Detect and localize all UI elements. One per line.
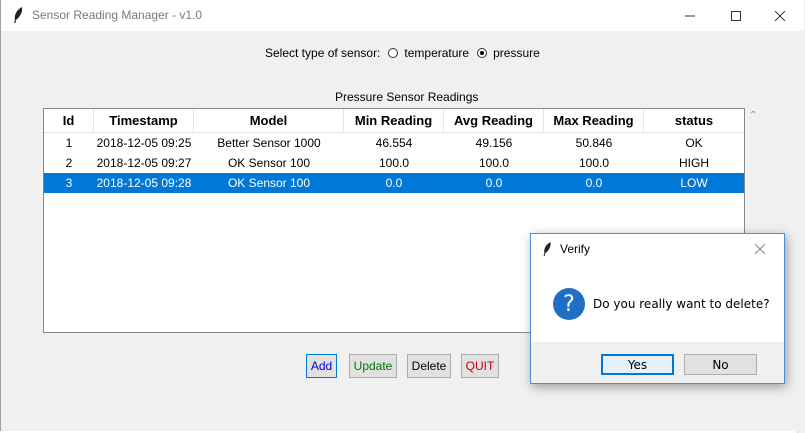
cell-status: HIGH [679, 156, 709, 170]
dialog-title: Verify [560, 242, 591, 256]
close-icon [775, 10, 785, 21]
column-header-max-reading[interactable]: Max Reading [544, 109, 644, 132]
feather-icon [543, 242, 551, 256]
column-header-id[interactable]: Id [44, 109, 94, 132]
table-row-selected[interactable]: 3 2018-12-05 09:28 OK Sensor 100 0.0 0.0… [44, 173, 744, 193]
cell-status: LOW [680, 176, 708, 190]
no-button[interactable]: No [684, 354, 757, 375]
verify-dialog: Verify ? Do you really want to delete? Y… [530, 233, 785, 384]
cell-timestamp: 2018-12-05 09:27 [96, 156, 192, 170]
sensor-type-label: Select type of sensor: [265, 46, 381, 60]
column-header-timestamp[interactable]: Timestamp [94, 109, 194, 132]
dialog-close-button[interactable] [749, 238, 771, 260]
dialog-title-bar: Verify [531, 234, 784, 264]
cell-min-reading: 0.0 [385, 176, 403, 190]
cell-min-reading: 46.554 [375, 136, 413, 150]
minimize-button[interactable] [667, 0, 713, 31]
radio-pressure-label[interactable]: pressure [493, 46, 540, 60]
dialog-message: Do you really want to delete? [593, 297, 770, 311]
column-header-model[interactable]: Model [194, 109, 344, 132]
column-header-avg-reading[interactable]: Avg Reading [444, 109, 544, 132]
table-header: Id Timestamp Model Min Reading Avg Readi… [44, 109, 744, 133]
quit-button[interactable]: QUIT [461, 354, 499, 378]
table-caption: Pressure Sensor Readings [335, 90, 479, 104]
window-title: Sensor Reading Manager - v1.0 [32, 8, 203, 22]
cell-timestamp: 2018-12-05 09:25 [96, 136, 192, 150]
question-icon: ? [553, 288, 585, 320]
dialog-footer: Yes No [531, 342, 784, 383]
yes-button[interactable]: Yes [601, 354, 674, 375]
cell-model: Better Sensor 1000 [217, 136, 321, 150]
close-icon [755, 244, 765, 254]
minimize-icon [685, 15, 695, 16]
cell-avg-reading: 0.0 [485, 176, 503, 190]
add-button[interactable]: Add [306, 354, 337, 378]
maximize-button[interactable] [713, 0, 759, 31]
cell-id: 2 [65, 156, 73, 170]
table-row[interactable]: 1 2018-12-05 09:25 Better Sensor 1000 46… [44, 133, 744, 153]
cell-max-reading: 0.0 [585, 176, 603, 190]
cell-max-reading: 50.846 [575, 136, 613, 150]
cell-avg-reading: 100.0 [478, 156, 510, 170]
cell-avg-reading: 49.156 [475, 136, 513, 150]
radio-temperature-label[interactable]: temperature [404, 46, 469, 60]
title-bar: Sensor Reading Manager - v1.0 [1, 0, 804, 31]
cell-model: OK Sensor 100 [227, 176, 311, 190]
radio-temperature[interactable] [388, 48, 399, 58]
cell-model: OK Sensor 100 [227, 156, 311, 170]
table-row[interactable]: 2 2018-12-05 09:27 OK Sensor 100 100.0 1… [44, 153, 744, 173]
sensor-type-selector: Select type of sensor: temperature press… [265, 46, 540, 60]
cell-max-reading: 100.0 [578, 156, 610, 170]
delete-button[interactable]: Delete [407, 354, 451, 378]
cell-min-reading: 100.0 [378, 156, 410, 170]
column-header-status[interactable]: status [644, 109, 744, 132]
close-button[interactable] [757, 0, 803, 31]
maximize-icon [731, 10, 741, 21]
radio-pressure[interactable] [477, 48, 488, 58]
feather-icon [14, 7, 23, 23]
cell-id: 3 [65, 176, 73, 190]
scroll-up-arrow-icon[interactable]: ⌃ [749, 110, 757, 121]
cell-id: 1 [65, 136, 73, 150]
cell-status: OK [685, 136, 703, 150]
column-header-min-reading[interactable]: Min Reading [344, 109, 444, 132]
cell-timestamp: 2018-12-05 09:28 [96, 176, 192, 190]
update-button[interactable]: Update [349, 354, 397, 378]
